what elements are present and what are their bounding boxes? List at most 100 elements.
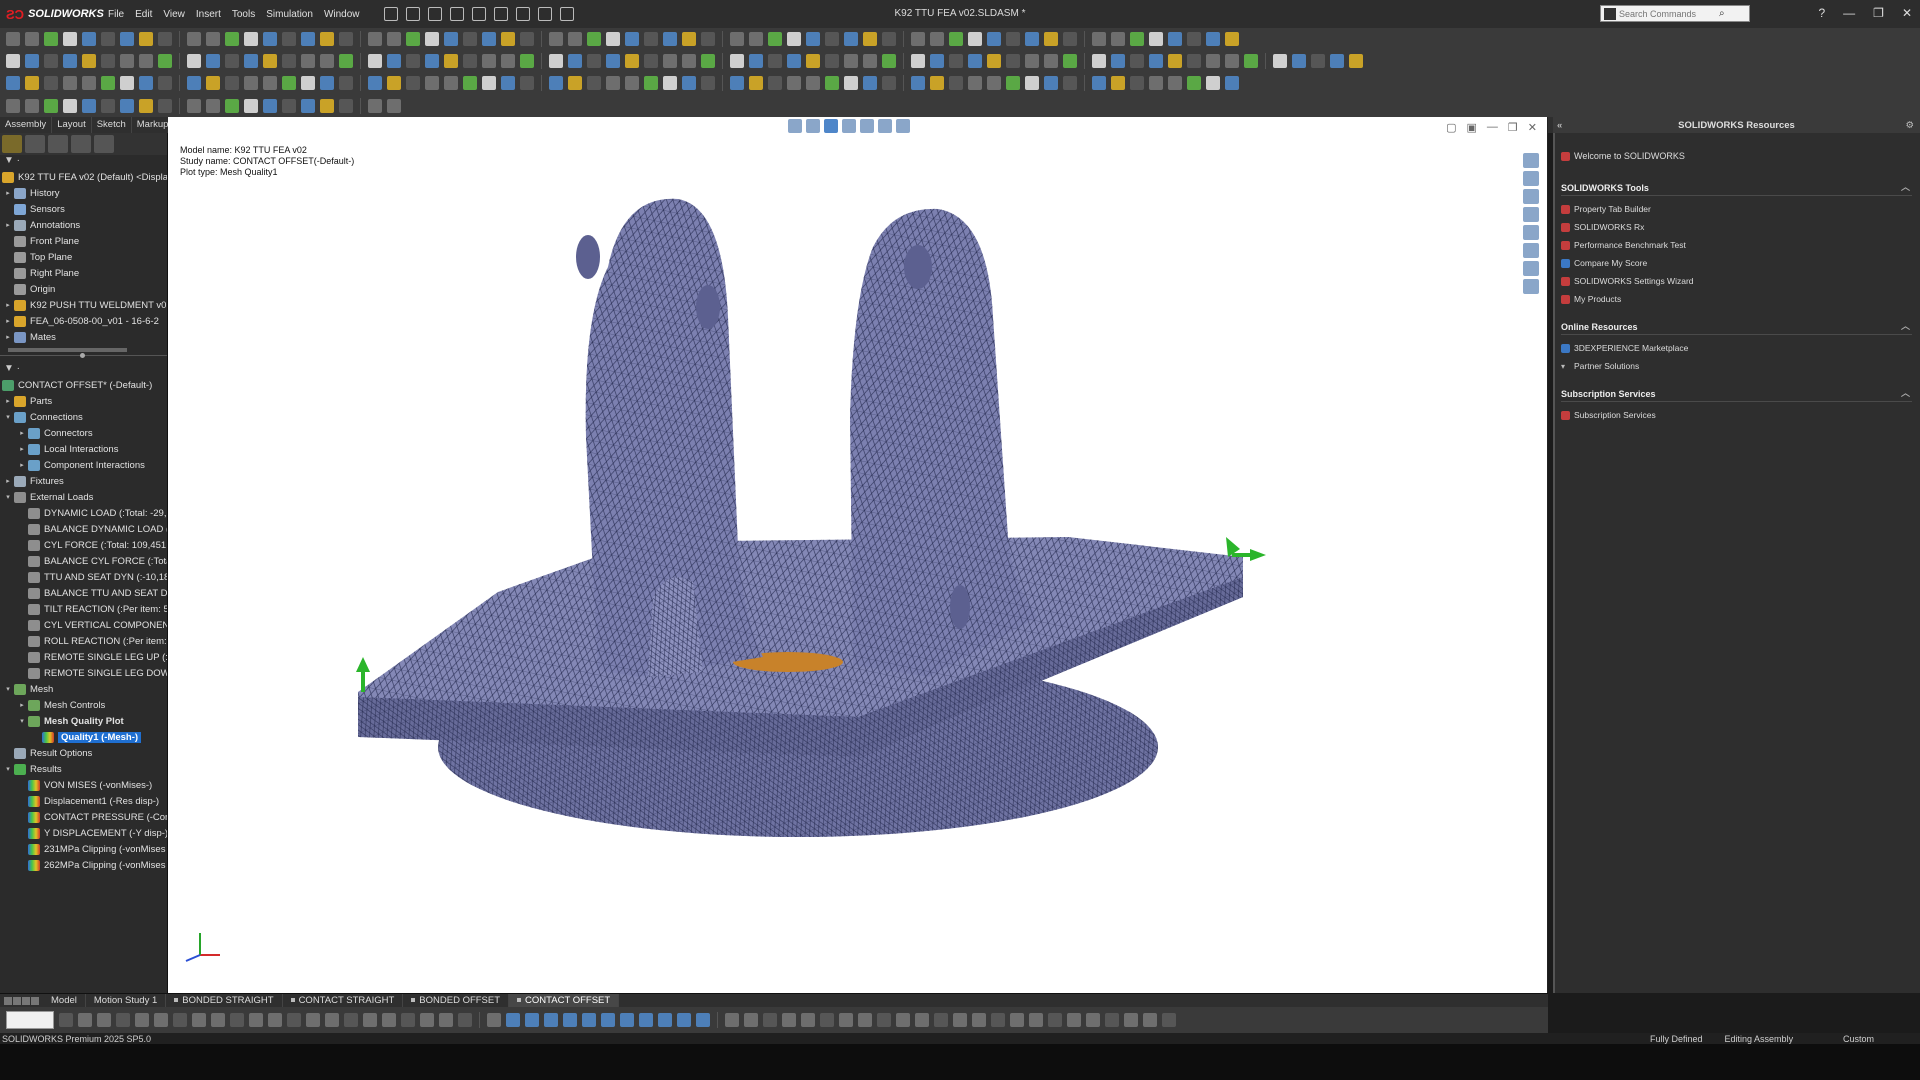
tree-item-external-loads[interactable]: ▾ External Loads (0, 489, 167, 505)
tool-button-icon[interactable] (1044, 76, 1058, 90)
new-document-icon[interactable] (405, 7, 420, 21)
tool-button-icon[interactable] (463, 54, 477, 68)
tool-button-icon[interactable] (1044, 54, 1058, 68)
section-title[interactable]: SOLIDWORKS Tools (1561, 180, 1912, 196)
tool-button-icon[interactable] (158, 98, 172, 113)
pin-pane-icon[interactable]: ⚙ (1905, 120, 1914, 131)
tree-item-k92-push-ttu-weldment-v0[interactable]: ▸ K92 PUSH TTU WELDMENT v0 (0, 297, 167, 313)
tree-item-parts[interactable]: ▸ Parts (0, 393, 167, 409)
tree-item-component-interactions[interactable]: ▸ Component Interactions (0, 457, 167, 473)
tool-button-icon[interactable] (1311, 54, 1325, 68)
tree-root-assembly[interactable]: K92 TTU FEA v02 (Default) <Display (0, 169, 167, 185)
tool-button-icon[interactable] (25, 98, 39, 113)
tree-item-annotations[interactable]: ▸ Annotations (0, 217, 167, 233)
tool-button-icon[interactable] (787, 54, 801, 68)
menu-edit[interactable]: Edit (135, 9, 152, 20)
tree-item-local-interactions[interactable]: ▸ Local Interactions (0, 441, 167, 457)
tool-button-icon[interactable] (863, 76, 877, 90)
tool-button-icon[interactable] (368, 54, 382, 68)
sim-tool-icon[interactable] (677, 1013, 691, 1027)
tool-button-icon[interactable] (949, 76, 963, 90)
tool-button-icon[interactable] (44, 54, 58, 68)
tree-item-remote-single-leg-up-10[interactable]: REMOTE SINGLE LEG UP (:10, (0, 649, 167, 665)
tool-button-icon[interactable] (482, 32, 496, 46)
tool-button-icon[interactable] (282, 98, 296, 113)
tool-button-icon[interactable] (987, 32, 1001, 46)
tool-button-icon[interactable] (749, 54, 763, 68)
tool-button-icon[interactable] (339, 32, 353, 46)
tool-button-icon[interactable] (730, 76, 744, 90)
tree-item-ttu-and-seat-dyn-10-18[interactable]: TTU AND SEAT DYN (:-10,18 (0, 569, 167, 585)
tool-button-icon[interactable] (1292, 54, 1306, 68)
tool-button-icon[interactable] (911, 54, 925, 68)
expand-arrow-icon[interactable]: ▸ (4, 333, 12, 341)
tool-button-icon[interactable] (644, 32, 658, 46)
sim-tool-icon[interactable] (820, 1013, 834, 1027)
tool-button-icon[interactable] (206, 76, 220, 90)
tool-button-icon[interactable] (44, 76, 58, 90)
tool-button-icon[interactable] (225, 32, 239, 46)
tool-button-icon[interactable] (44, 98, 58, 113)
expand-arrow-icon[interactable]: ▸ (18, 701, 26, 709)
tool-button-icon[interactable] (1244, 54, 1258, 68)
tool-button-icon[interactable] (187, 32, 201, 46)
graphics-area[interactable]: ▢ ▣ — ❐ ✕ Model name: K92 TTU FEA v02 St… (168, 117, 1548, 993)
menu-insert[interactable]: Insert (196, 9, 221, 20)
tool-button-icon[interactable] (139, 32, 153, 46)
sim-tool-icon[interactable] (639, 1013, 653, 1027)
tool-button-icon[interactable] (1006, 32, 1020, 46)
tool-button-icon[interactable] (63, 98, 77, 113)
sim-tool-icon[interactable] (563, 1013, 577, 1027)
tool-button-icon[interactable] (882, 32, 896, 46)
dim-expert-tab-icon[interactable] (71, 135, 91, 153)
tree-item-mates[interactable]: ▸ Mates (0, 329, 167, 345)
save-icon[interactable] (471, 7, 486, 21)
tool-button-icon[interactable] (806, 76, 820, 90)
tool-button-icon[interactable] (1149, 76, 1163, 90)
tree-item-balance-cyl-force-total[interactable]: BALANCE CYL FORCE (:Total: (0, 553, 167, 569)
tool-button-icon[interactable] (6, 98, 20, 113)
tool-button-icon[interactable] (101, 98, 115, 113)
undo-icon[interactable] (493, 7, 508, 21)
tool-button-icon[interactable] (1187, 76, 1201, 90)
tool-button-icon[interactable] (606, 32, 620, 46)
open-icon[interactable] (427, 7, 442, 21)
tool-button-icon[interactable] (682, 76, 696, 90)
tool-button-icon[interactable] (120, 76, 134, 90)
tool-button-icon[interactable] (968, 76, 982, 90)
tool-button-icon[interactable] (6, 32, 20, 46)
tool-button-icon[interactable] (320, 54, 334, 68)
menu-view[interactable]: View (163, 9, 185, 20)
tool-button-icon[interactable] (663, 54, 677, 68)
tool-button-icon[interactable] (1130, 32, 1144, 46)
tool-button-icon[interactable] (387, 76, 401, 90)
tool-button-icon[interactable] (882, 54, 896, 68)
tool-button-icon[interactable] (82, 98, 96, 113)
tool-button-icon[interactable] (82, 32, 96, 46)
tool-button-icon[interactable] (6, 76, 20, 90)
tool-button-icon[interactable] (387, 32, 401, 46)
sim-tool-icon[interactable] (506, 1013, 520, 1027)
sim-tool-icon[interactable] (78, 1013, 92, 1027)
tool-button-icon[interactable] (606, 54, 620, 68)
tool-button-icon[interactable] (863, 54, 877, 68)
tool-button-icon[interactable] (425, 76, 439, 90)
tool-button-icon[interactable] (587, 54, 601, 68)
3d-view-icon[interactable] (1523, 189, 1539, 204)
tool-button-icon[interactable] (368, 76, 382, 90)
tool-button-icon[interactable] (406, 32, 420, 46)
search-commands-box[interactable]: ⌕ (1600, 5, 1750, 22)
resource-link-compare-my-score[interactable]: Compare My Score (1561, 254, 1912, 272)
sim-tool-icon[interactable] (249, 1013, 263, 1027)
tool-button-icon[interactable] (606, 76, 620, 90)
tool-button-icon[interactable] (444, 54, 458, 68)
tool-button-icon[interactable] (730, 54, 744, 68)
sim-tool-icon[interactable] (173, 1013, 187, 1027)
tree-item-231mpa-clipping-vonmises[interactable]: 231MPa Clipping (-vonMises (0, 841, 167, 857)
tool-button-icon[interactable] (101, 54, 115, 68)
tool-button-icon[interactable] (1063, 76, 1077, 90)
sim-tool-icon[interactable] (287, 1013, 301, 1027)
study-tab-model[interactable]: Model (43, 993, 86, 1008)
tree-item-y-displacement-y-disp[interactable]: Y DISPLACEMENT (-Y disp-) (0, 825, 167, 841)
tool-button-icon[interactable] (444, 32, 458, 46)
